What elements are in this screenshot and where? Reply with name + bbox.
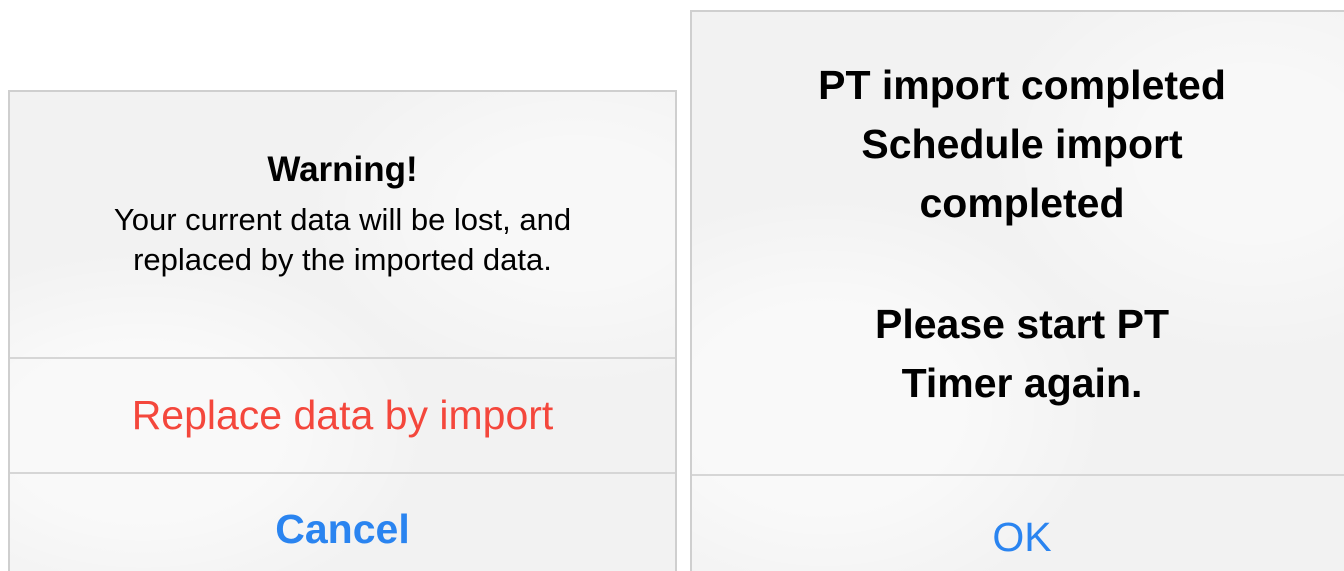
message-line: Schedule import	[861, 121, 1183, 167]
import-complete-alert-dialog: PT import completed Schedule import comp…	[690, 10, 1344, 571]
message-line: PT import completed	[818, 62, 1226, 108]
cancel-button[interactable]: Cancel	[10, 474, 675, 571]
alert-message-line: Your current data will be lost, and	[113, 202, 572, 237]
ok-button[interactable]: OK	[692, 476, 1344, 571]
screenshot-canvas: Warning! Your current data will be lost,…	[0, 0, 1344, 571]
warning-alert-dialog: Warning! Your current data will be lost,…	[8, 90, 677, 571]
warning-alert-content: Warning! Your current data will be lost,…	[10, 148, 675, 280]
alert-message-line: replaced by the imported data.	[133, 242, 552, 277]
alert-title: Warning!	[267, 150, 418, 189]
replace-data-button[interactable]: Replace data by import	[10, 359, 675, 472]
import-complete-message: PT import completed Schedule import comp…	[692, 56, 1344, 413]
alert-message: Your current data will be lost, and repl…	[10, 200, 675, 280]
message-line: Timer again.	[901, 360, 1143, 406]
message-spacer	[692, 233, 1344, 295]
message-line: completed	[919, 180, 1125, 226]
message-line: Please start PT	[875, 301, 1169, 347]
